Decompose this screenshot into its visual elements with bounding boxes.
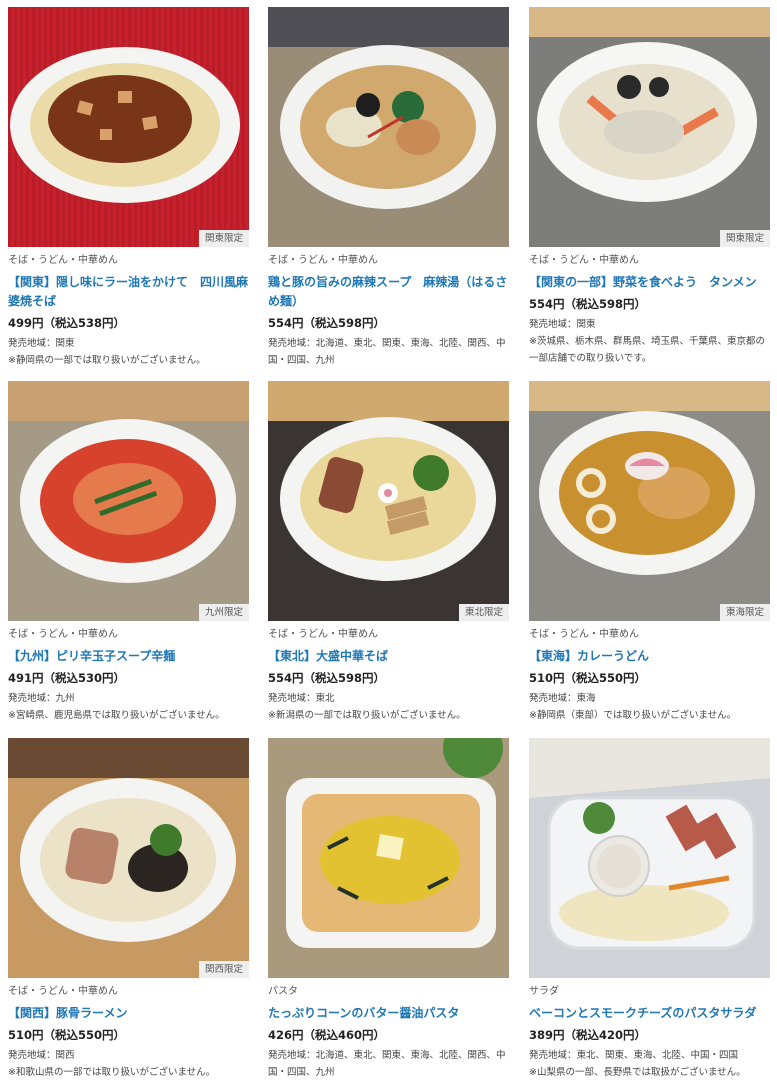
tonkotsu-ramen-image[interactable]: 関西限定 [8,738,249,978]
sales-area: 発売地域：関東 [529,319,596,330]
sales-area: 発売地域：東北、関東、東海、北陸、中国・四国 [529,1050,739,1061]
product-card[interactable]: 九州限定 そば・うどん・中華めん 【九州】ピリ辛玉子スープ辛麺 491円（税込5… [8,381,249,724]
region-badge: 九州限定 [198,604,249,621]
category-label: そば・うどん・中華めん [268,629,378,640]
category-label: そば・うどん・中華めん [8,629,118,640]
sales-area: 発売地域：東海 [529,693,596,704]
product-card[interactable]: 関東限定 そば・うどん・中華めん 【関東の一部】野菜を食べよう タンメン 554… [529,7,770,367]
product-card[interactable]: 東海限定 そば・うどん・中華めん 【東海】カレーうどん 510円（税込550円）… [529,381,770,724]
pasta-salad-image[interactable] [529,738,770,978]
product-title-link[interactable]: 【関東の一部】野菜を食べよう タンメン [529,273,770,292]
product-card[interactable]: そば・うどん・中華めん 鶏と豚の旨みの麻辣スープ 麻辣湯（はるさめ麺） 554円… [268,7,509,369]
corn-pasta-image[interactable] [268,738,509,978]
price: 554円（税込598円） [268,316,386,330]
sales-area: 発売地域：九州 [8,693,75,704]
karamen-image[interactable]: 九州限定 [8,381,249,621]
price: 554円（税込598円） [268,671,386,685]
price: 389円（税込420円） [529,1028,647,1042]
region-badge: 関東限定 [198,230,249,247]
availability-note: ※茨城県、栃木県、群馬県、埼玉県、千葉県、東京都の一部店舗での取り扱いです。 [529,336,765,364]
availability-note: ※宮崎県、鹿児島県では取り扱いがございません。 [8,710,225,721]
product-grid: 関東限定 そば・うどん・中華めん 【関東】隠し味にラー油をかけて 四川風麻婆焼そ… [0,0,777,1082]
category-label: そば・うどん・中華めん [529,629,639,640]
availability-note: ※和歌山県の一部では取り扱いがございません。 [8,1067,216,1078]
category-label: そば・うどん・中華めん [8,986,118,997]
product-card[interactable]: 関東限定 そば・うどん・中華めん 【関東】隠し味にラー油をかけて 四川風麻婆焼そ… [8,7,249,369]
product-title-link[interactable]: ベーコンとスモークチーズのパスタサラダ [529,1004,770,1023]
tanmen-image[interactable]: 関東限定 [529,7,770,247]
price: 554円（税込598円） [529,297,647,311]
availability-note: ※静岡県の一部では取り扱いがございません。 [8,355,206,366]
region-badge: 関東限定 [719,230,770,247]
product-card[interactable]: 関西限定 そば・うどん・中華めん 【関西】豚骨ラーメン 510円（税込550円）… [8,738,249,1081]
mapo-noodle-image[interactable]: 関東限定 [8,7,249,247]
price: 426円（税込460円） [268,1028,386,1042]
product-card[interactable]: 東北限定 そば・うどん・中華めん 【東北】大盛中華そば 554円（税込598円）… [268,381,509,724]
sales-area: 発売地域：北海道、東北、関東、東海、北陸、関西、中国・四国、九州 [268,1050,506,1078]
product-title-link[interactable]: 【九州】ピリ辛玉子スープ辛麺 [8,647,249,666]
product-card[interactable]: パスタ たっぷりコーンのバター醤油パスタ 426円（税込460円） 発売地域：北… [268,738,509,1081]
availability-note: ※山梨県の一部、長野県では取扱がございません。 [529,1067,746,1078]
malatang-image[interactable] [268,7,509,247]
category-label: そば・うどん・中華めん [529,255,639,266]
product-title-link[interactable]: 【関東】隠し味にラー油をかけて 四川風麻婆焼そば [8,273,249,311]
product-title-link[interactable]: 鶏と豚の旨みの麻辣スープ 麻辣湯（はるさめ麺） [268,273,509,311]
price: 510円（税込550円） [529,671,647,685]
sales-area: 発売地域：北海道、東北、関東、東海、北陸、関西、中国・四国、九州 [268,338,506,366]
region-badge: 東北限定 [458,604,509,621]
availability-note: ※静岡県（東部）では取り扱いがございません。 [529,710,737,721]
sales-area: 発売地域：関西 [8,1050,75,1061]
product-title-link[interactable]: 【関西】豚骨ラーメン [8,1004,249,1023]
price: 491円（税込530円） [8,671,126,685]
category-label: サラダ [529,986,559,997]
region-badge: 東海限定 [719,604,770,621]
product-title-link[interactable]: 【東北】大盛中華そば [268,647,509,666]
product-card[interactable]: サラダ ベーコンとスモークチーズのパスタサラダ 389円（税込420円） 発売地… [529,738,770,1081]
chuka-soba-image[interactable]: 東北限定 [268,381,509,621]
product-title-link[interactable]: たっぷりコーンのバター醤油パスタ [268,1004,509,1023]
product-title-link[interactable]: 【東海】カレーうどん [529,647,770,666]
price: 499円（税込538円） [8,316,126,330]
category-label: パスタ [268,986,298,997]
category-label: そば・うどん・中華めん [268,255,378,266]
sales-area: 発売地域：東北 [268,693,335,704]
sales-area: 発売地域：関東 [8,338,75,349]
category-label: そば・うどん・中華めん [8,255,118,266]
price: 510円（税込550円） [8,1028,126,1042]
availability-note: ※新潟県の一部では取り扱いがございません。 [268,710,466,721]
curry-udon-image[interactable]: 東海限定 [529,381,770,621]
region-badge: 関西限定 [198,961,249,978]
